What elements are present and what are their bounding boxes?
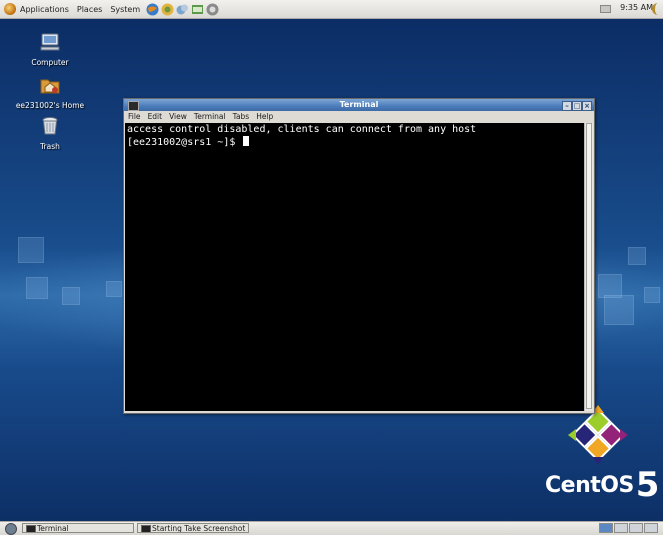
menu-view[interactable]: View [169,112,187,121]
wallpaper-tile [106,281,122,297]
centos-version: 5 [635,465,660,505]
taskbar-button-terminal[interactable]: Terminal [22,523,134,533]
workspace-3[interactable] [629,523,643,533]
computer-icon [40,33,60,51]
menu-help[interactable]: Help [256,112,273,121]
network-launcher-icon[interactable] [176,3,189,16]
terminal-window[interactable]: Terminal – □ × File Edit View Terminal T… [123,98,595,414]
wallpaper-tile [644,287,660,303]
menu-terminal[interactable]: Terminal [194,112,226,121]
workspace-1[interactable] [599,523,613,533]
menu-file[interactable]: File [128,112,141,121]
maximize-button[interactable]: □ [572,101,582,111]
desktop-icon-label: Computer [31,58,69,67]
gnome-foot-icon[interactable] [4,3,16,15]
terminal-task-icon [26,525,36,532]
taskbar-label: Terminal [37,524,69,533]
home-folder-icon [40,79,60,94]
terminal-prompt: [ee231002@srs1 ~]$ [127,137,242,148]
places-menu[interactable]: Places [73,5,106,14]
minimize-button[interactable]: – [562,101,572,111]
desktop-icon-home[interactable]: ee231002's Home [15,74,85,110]
show-desktop-icon[interactable] [5,523,17,535]
applications-menu[interactable]: Applications [16,5,73,14]
terminal-scrollbar[interactable] [584,123,593,411]
screenshot-task-icon [141,525,151,532]
desktop-icon-trash[interactable]: Trash [15,115,85,151]
terminal-output[interactable]: access control disabled, clients can con… [125,123,584,411]
menu-edit[interactable]: Edit [148,112,163,121]
bottom-panel: Terminal Starting Take Screenshot [0,521,663,535]
desktop-icon-label: Trash [40,142,60,151]
wallpaper-tile [26,277,48,299]
taskbar-button-screenshot[interactable]: Starting Take Screenshot [137,523,249,533]
menu-tabs[interactable]: Tabs [233,112,250,121]
close-button[interactable]: × [582,101,592,111]
wallpaper-tile [18,237,44,263]
wallpaper-tile [628,247,646,265]
centos-name: CentOS [545,473,634,498]
screenshot-launcher-icon[interactable] [206,3,219,16]
top-panel: Applications Places System 9:35 AM [0,0,663,19]
centos-wordmark: CentOS5 [545,465,659,505]
workspace-switcher[interactable] [598,523,658,533]
system-menu[interactable]: System [106,5,144,14]
terminal-line: access control disabled, clients can con… [127,124,477,135]
workspace-4[interactable] [644,523,658,533]
trash-icon [42,117,58,135]
window-titlebar[interactable]: Terminal – □ × [124,99,594,111]
network-status-icon[interactable] [652,3,663,15]
terminal-prompt-line[interactable]: [ee231002@srs1 ~]$ [127,136,584,149]
terminal-menubar: File Edit View Terminal Tabs Help [124,111,594,122]
workspace-2[interactable] [614,523,628,533]
taskbar-label: Starting Take Screenshot [152,524,246,533]
notes-launcher-icon[interactable] [191,3,204,16]
window-title: Terminal [339,100,379,109]
scrollbar-thumb[interactable] [586,123,592,409]
wallpaper-tile [604,295,634,325]
keyboard-indicator-icon[interactable] [600,5,611,13]
wallpaper-tile [62,287,80,305]
text-cursor [243,136,250,146]
email-launcher-icon[interactable] [161,3,174,16]
desktop-icon-label: ee231002's Home [15,101,85,110]
web-browser-launcher-icon[interactable] [146,3,159,16]
clock[interactable]: 9:35 AM [620,3,653,12]
desktop-icon-computer[interactable]: Computer [15,31,85,67]
